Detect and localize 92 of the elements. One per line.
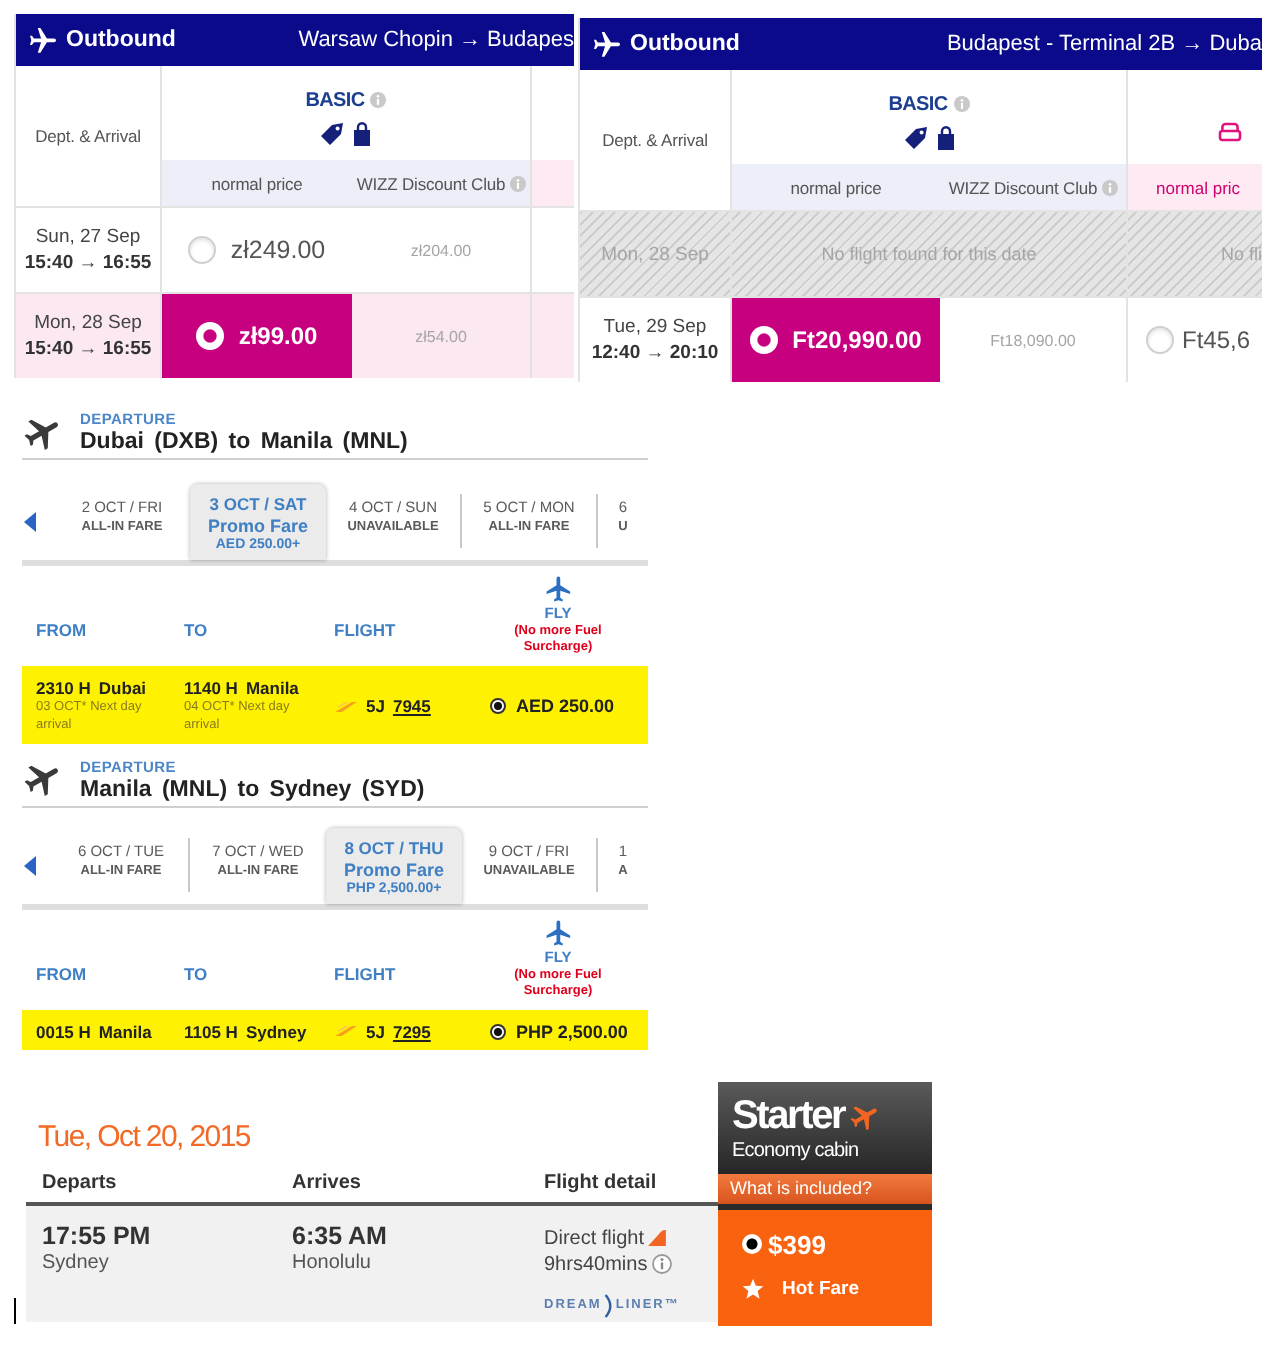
- date-text: Sun, 27 Sep: [35, 226, 141, 248]
- date-heading: Tue, Oct 20, 2015: [38, 1117, 250, 1158]
- swoosh-icon: [334, 1026, 358, 1037]
- no-flight-message: No fli: [1220, 244, 1262, 264]
- column-header: FLIGHT: [334, 963, 396, 984]
- time-text: 6:35 AM: [292, 1221, 387, 1250]
- column-header: Dept. & Arrival: [602, 130, 708, 150]
- column-header: normal price: [211, 173, 303, 193]
- city-text: Honolulu: [292, 1251, 371, 1274]
- price-text: Ft20,990.00: [792, 326, 922, 354]
- swoosh-icon: [603, 1293, 614, 1318]
- fare-cell[interactable]: zł99.00: [162, 294, 352, 378]
- bag-icon: [935, 125, 955, 149]
- plane-icon: [545, 576, 571, 602]
- column-header: Dept. & Arrival: [35, 126, 141, 146]
- column-header: WIZZ Discount Club: [356, 173, 506, 193]
- text-cursor-icon: [14, 1297, 16, 1324]
- plane-icon: [594, 31, 620, 57]
- carrier-code: 5J: [366, 696, 385, 717]
- fare-cell[interactable]: zł249.00: [162, 208, 352, 292]
- price-text: zł249.00: [230, 236, 326, 264]
- plane-icon: [24, 760, 62, 799]
- price-text: zł99.00: [238, 322, 318, 350]
- fare-cell[interactable]: Ft20,990.00: [732, 298, 940, 382]
- price-text: PHP 2,500.00: [516, 1021, 628, 1042]
- column-header: Departs: [42, 1171, 117, 1194]
- info-icon[interactable]: [651, 1254, 672, 1275]
- plane-icon: [545, 919, 571, 946]
- flight-number-link[interactable]: 7945: [392, 696, 431, 717]
- column-header: WIZZ Discount Club: [948, 177, 1098, 197]
- fare-brand-name: Starter: [732, 1093, 845, 1140]
- no-flight-message: No flight found for this date: [821, 244, 1037, 264]
- section-title: Outbound: [630, 32, 740, 56]
- date-text: Tue, 29 Sep: [603, 316, 707, 338]
- swoosh-icon: [334, 701, 358, 712]
- seat-icon: [1218, 121, 1242, 141]
- radio-button[interactable]: [196, 322, 225, 350]
- flight-number-link[interactable]: 7295: [392, 1021, 431, 1042]
- time-text: 17:55 PM: [42, 1221, 151, 1250]
- duration-text: 9hrs40mins: [544, 1253, 648, 1276]
- city-text: Manila: [245, 678, 299, 698]
- bag-icon: [352, 121, 372, 145]
- city-text: Sydney: [245, 1021, 307, 1042]
- cabin-text: Economy cabin: [732, 1139, 859, 1162]
- price-text: $399: [768, 1229, 826, 1260]
- column-header: FROM: [36, 620, 87, 640]
- price-text: AED 250.00: [516, 696, 615, 717]
- column-header: TO: [184, 963, 208, 984]
- plane-icon: [850, 1101, 881, 1132]
- star-icon: [742, 1277, 764, 1300]
- section-title: Outbound: [66, 28, 176, 52]
- column-header: FROM: [36, 963, 87, 984]
- time-text: 1140 H: [184, 678, 238, 698]
- route-text: Budapest - Terminal 2B → Duba: [946, 32, 1262, 56]
- plane-icon: [30, 27, 56, 53]
- price-text: Ft45,6: [1182, 326, 1251, 354]
- column-header: Flight detail: [544, 1171, 657, 1194]
- date-text: Mon, 28 Sep: [34, 312, 142, 334]
- radio-button[interactable]: [490, 698, 506, 715]
- column-header: FLIGHT: [334, 620, 396, 640]
- club-price-text: zł204.00: [410, 241, 472, 259]
- tag-icon: [903, 125, 927, 149]
- city-text: Manila: [98, 1021, 152, 1042]
- time-text: 12:40 → 20:10: [591, 342, 719, 364]
- time-text: 1105 H: [184, 1021, 238, 1042]
- column-header: normal pric: [1156, 177, 1241, 197]
- route-text: Warsaw Chopin → Budapes: [298, 28, 574, 52]
- column-header: normal price: [790, 177, 882, 197]
- time-text: 15:40 → 16:55: [24, 252, 152, 274]
- time-text: 15:40 → 16:55: [24, 338, 152, 360]
- club-price-text: Ft18,090.00: [990, 331, 1076, 349]
- time-text: 0015 H: [36, 1021, 91, 1042]
- caret-left-icon[interactable]: [24, 512, 36, 532]
- hot-fare-label: Hot Fare: [782, 1277, 860, 1300]
- tail-fin-icon: [648, 1230, 667, 1247]
- club-price-text: zł54.00: [415, 327, 467, 345]
- column-header: TO: [184, 620, 208, 640]
- route-title: Manila (MNL) to Sydney (SYD): [80, 777, 425, 802]
- time-text: 2310 H: [36, 678, 91, 698]
- date-text: Mon, 28 Sep: [601, 243, 709, 265]
- column-header: Arrives: [292, 1171, 361, 1194]
- caret-left-icon[interactable]: [24, 855, 36, 876]
- carrier-code: 5J: [366, 1021, 385, 1042]
- radio-button[interactable]: [490, 1023, 506, 1040]
- fare-name: BASIC: [305, 89, 365, 111]
- stops-text: Direct flight: [544, 1227, 645, 1250]
- tag-icon: [320, 121, 344, 145]
- radio-button[interactable]: [750, 326, 779, 354]
- route-title: Dubai (DXB) to Manila (MNL): [80, 430, 408, 454]
- fare-name: BASIC: [888, 93, 948, 115]
- city-text: Sydney: [42, 1251, 109, 1274]
- city-text: Dubai: [98, 678, 147, 698]
